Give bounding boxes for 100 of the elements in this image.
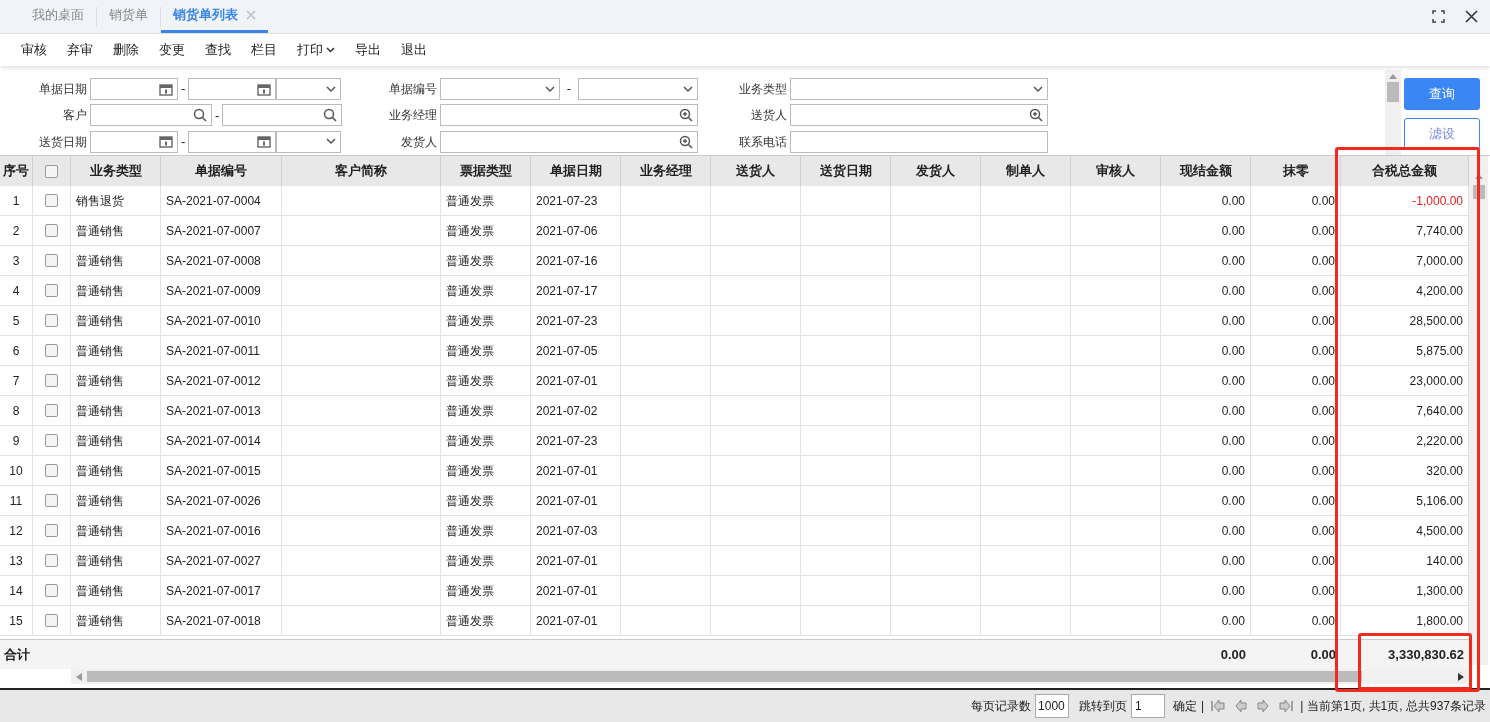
table-cell-text: 0.00 <box>1311 522 1335 540</box>
checkbox[interactable] <box>45 404 58 417</box>
column-header[interactable]: 业务经理 <box>621 156 711 186</box>
table-cell-text: 0.00 <box>1221 402 1245 420</box>
calendar-icon[interactable] <box>257 82 272 96</box>
table-cell-text: 普通发票 <box>446 192 494 210</box>
table-cell-text: 140.00 <box>1426 552 1463 570</box>
previous-page-icon[interactable] <box>1235 700 1248 712</box>
toolbar-button[interactable]: 变更 <box>150 40 194 60</box>
column-header[interactable]: 票据类型 <box>441 156 531 186</box>
chevron-down-icon[interactable] <box>326 85 337 93</box>
calendar-icon[interactable] <box>257 135 272 149</box>
scrollbar[interactable] <box>1385 70 1401 155</box>
calendar-icon[interactable] <box>159 135 173 149</box>
table-cell-text: 0.00 <box>1311 282 1335 300</box>
table-cell-text: 23,000.00 <box>1409 372 1463 390</box>
maximize-icon[interactable] <box>1432 9 1445 23</box>
table-cell-text: 普通销售 <box>76 432 124 450</box>
chevron-down-icon[interactable] <box>1033 85 1043 93</box>
column-header[interactable]: 送货日期 <box>801 156 891 186</box>
table-cell-text: SA-2021-07-0011 <box>166 342 260 360</box>
date-field[interactable] <box>188 130 277 153</box>
checkbox[interactable] <box>45 254 58 267</box>
query-button[interactable]: 查询 <box>1404 78 1480 110</box>
checkbox[interactable] <box>45 284 58 297</box>
phone-field[interactable] <box>790 130 1048 153</box>
person-search-icon[interactable] <box>678 134 693 149</box>
column-header[interactable]: 单据编号 <box>161 156 282 186</box>
checkbox[interactable] <box>45 344 58 357</box>
person-field[interactable] <box>790 104 1048 127</box>
table-cell-text: 0.00 <box>1221 252 1245 270</box>
last-page-icon[interactable] <box>1279 700 1294 712</box>
column-header[interactable]: 现结金额 <box>1161 156 1251 186</box>
column-header[interactable]: 制单人 <box>981 156 1071 186</box>
table-cell-text: 7,740.00 <box>1416 222 1463 240</box>
date-field[interactable] <box>188 78 277 101</box>
table-cell-text: 普通销售 <box>76 522 124 540</box>
total-label: 合计 <box>4 645 30 664</box>
horizontal-scrollbar[interactable] <box>71 669 1469 684</box>
column-header[interactable]: 序号 <box>0 156 33 186</box>
checkbox[interactable] <box>45 554 58 567</box>
toolbar-button[interactable]: 审核 <box>12 40 56 60</box>
checkbox[interactable] <box>45 374 58 387</box>
checkbox[interactable] <box>45 224 58 237</box>
table-cell-text: 普通发票 <box>446 342 494 360</box>
table-cell-text: 9 <box>12 432 20 450</box>
column-header[interactable]: 单据日期 <box>531 156 621 186</box>
close-icon[interactable] <box>1465 9 1478 23</box>
checkbox[interactable] <box>45 614 58 627</box>
checkbox[interactable] <box>45 434 58 447</box>
column-header[interactable]: 客户简称 <box>282 156 441 186</box>
person-field[interactable] <box>440 130 698 153</box>
table-cell-text: 2 <box>12 222 20 240</box>
chevron-down-icon <box>326 47 335 53</box>
column-header[interactable]: 送货人 <box>711 156 801 186</box>
search-icon[interactable] <box>323 108 338 123</box>
date-field[interactable] <box>90 130 178 153</box>
scroll-left-icon[interactable] <box>76 672 82 681</box>
scroll-right-icon[interactable] <box>1458 672 1464 681</box>
person-search-icon[interactable] <box>678 108 693 123</box>
chevron-down-icon[interactable] <box>326 138 337 146</box>
toolbar-button[interactable]: 查找 <box>196 40 240 60</box>
chevron-down-icon[interactable] <box>545 85 555 93</box>
confirm-button[interactable]: 确定 <box>1173 697 1198 715</box>
chevron-down-icon[interactable] <box>683 85 693 93</box>
checkbox[interactable] <box>45 314 58 327</box>
customer-field[interactable] <box>90 104 212 127</box>
person-field[interactable] <box>440 104 698 127</box>
next-page-icon[interactable] <box>1257 700 1270 712</box>
table-cell-text: 0.00 <box>1221 612 1245 630</box>
table-cell-text: 0.00 <box>1221 342 1245 360</box>
toolbar-button[interactable]: 导出 <box>346 40 390 60</box>
column-header[interactable]: 抹零 <box>1251 156 1341 186</box>
checkbox[interactable] <box>45 464 58 477</box>
toolbar-button[interactable]: 退出 <box>392 40 436 60</box>
toolbar-button[interactable]: 栏目 <box>242 40 286 60</box>
customer-field[interactable] <box>222 104 343 127</box>
checkbox[interactable] <box>45 584 58 597</box>
date-field[interactable] <box>90 78 178 101</box>
column-header[interactable]: 业务类型 <box>71 156 161 186</box>
table-cell-text: SA-2021-07-0012 <box>166 372 261 390</box>
page-size-field[interactable]: 1000 <box>1035 694 1070 718</box>
checkbox[interactable] <box>45 194 58 207</box>
table-cell-text: SA-2021-07-0026 <box>166 492 261 510</box>
toolbar-button[interactable]: 删除 <box>104 40 148 60</box>
checkbox[interactable] <box>45 164 58 178</box>
search-icon[interactable] <box>193 108 207 123</box>
table-cell-text: 0.00 <box>1311 222 1335 240</box>
page-field[interactable]: 1 <box>1131 694 1166 718</box>
toolbar-button[interactable]: 打印 <box>288 40 344 60</box>
checkbox[interactable] <box>45 494 58 507</box>
column-header[interactable]: 发货人 <box>891 156 981 186</box>
toolbar-button[interactable]: 弃审 <box>58 40 102 60</box>
table-cell-text: 4,200.00 <box>1416 282 1463 300</box>
column-header[interactable]: 审核人 <box>1071 156 1161 186</box>
checkbox[interactable] <box>45 524 58 537</box>
table-cell-text: 14 <box>9 582 23 600</box>
first-page-icon[interactable] <box>1211 700 1226 712</box>
person-search-icon[interactable] <box>1028 108 1043 123</box>
calendar-icon[interactable] <box>159 82 173 96</box>
